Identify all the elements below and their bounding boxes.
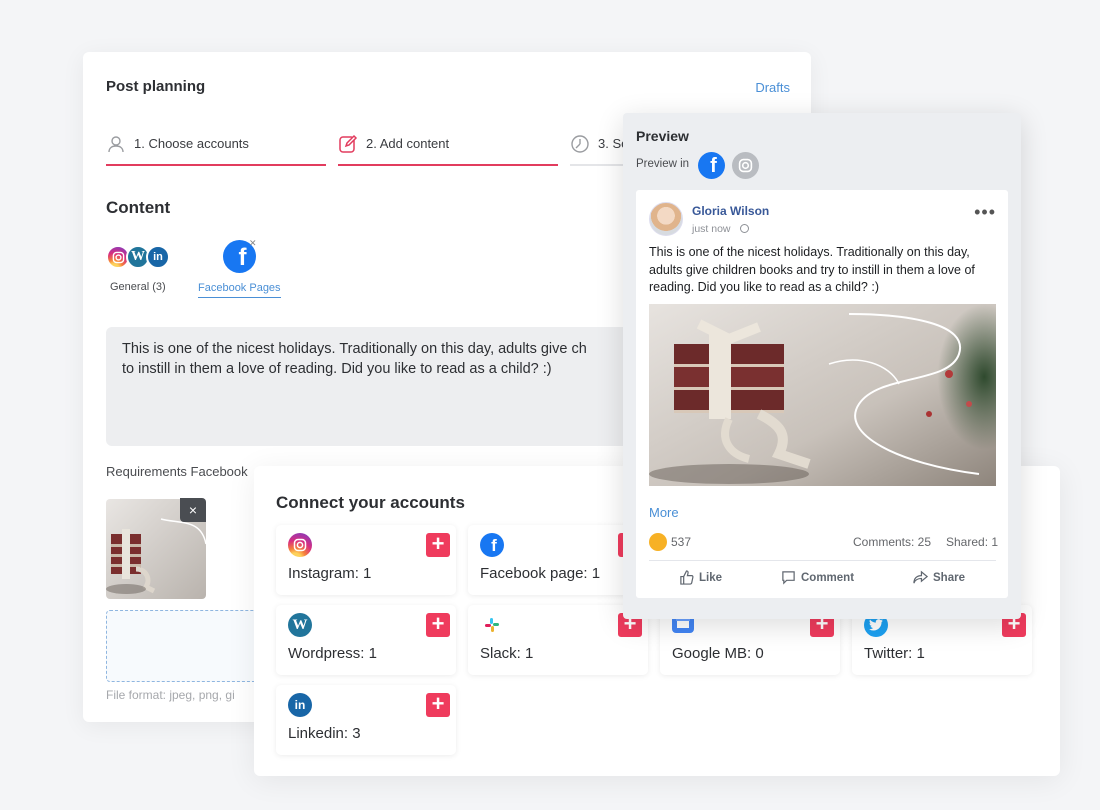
linkedin-icon: in [146,245,170,269]
slack-icon [480,613,504,637]
general-group-label: General (3) [110,281,166,293]
account-tile-label: Linkedin: 3 [288,725,361,742]
step-choose-accounts[interactable]: 1. Choose accounts [106,134,326,166]
comments-count: Comments: 25 [853,535,932,549]
user-icon [108,136,124,153]
facebook-post-preview: Gloria Wilson just now ••• This is one o… [636,190,1008,598]
file-dropzone[interactable] [106,610,266,682]
instagram-icon [288,533,312,557]
comment-icon [782,571,795,585]
account-tile-label: Instagram: 1 [288,565,372,582]
post-time: just now [692,223,731,235]
thumbs-up-icon [680,570,694,585]
facebook-icon[interactable]: f [698,152,725,179]
facebook-icon: f [480,533,504,557]
account-tile-label: Facebook page: 1 [480,565,601,582]
preview-panel: Preview Preview in f Gloria Wilson just … [623,113,1021,619]
preview-heading: Preview [636,128,689,144]
facebook-pages-tab[interactable]: Facebook Pages [198,282,281,298]
clock-icon [571,135,589,153]
page-title: Post planning [106,78,206,95]
step-label: 2. Add content [366,136,450,151]
like-label: Like [699,571,723,584]
like-button[interactable]: Like [679,570,722,585]
step-add-content[interactable]: 2. Add content [338,134,558,166]
post-image [649,304,996,486]
account-tile-slack[interactable]: Slack: 1 + [468,605,648,675]
connect-heading: Connect your accounts [276,493,465,512]
post-author[interactable]: Gloria Wilson [692,204,769,218]
comment-button[interactable]: Comment [781,570,854,585]
globe-icon [740,224,749,233]
add-account-button[interactable]: + [426,613,450,637]
avatar [649,202,683,236]
step-schedule[interactable]: 3. Se [570,134,630,166]
gift-books-image [649,304,996,486]
share-label: Share [933,571,965,584]
shared-count: Shared: 1 [946,535,999,549]
add-account-button[interactable]: + [426,533,450,557]
remove-image-button[interactable]: × [180,498,206,522]
add-account-button[interactable]: + [426,693,450,717]
preview-in-label: Preview in [636,158,690,170]
close-icon[interactable]: ✕ [249,238,257,249]
edit-icon [339,134,358,153]
drafts-link[interactable]: Drafts [755,80,790,95]
account-tile-linkedin[interactable]: in Linkedin: 3 + [276,685,456,755]
comment-label: Comment [801,571,855,584]
account-tile-label: Google MB: 0 [672,645,764,662]
divider [649,560,996,561]
account-tile-label: Twitter: 1 [864,645,925,662]
instagram-icon[interactable] [732,152,759,179]
account-tile-facebook[interactable]: f Facebook page: 1 + [468,525,648,595]
step-label: 1. Choose accounts [134,136,249,151]
file-format-hint: File format: jpeg, png, gi [106,688,235,702]
post-text: This is one of the nicest holidays. Trad… [649,245,975,294]
account-tile-label: Wordpress: 1 [288,645,377,662]
reactions-count: 537 [671,535,692,549]
share-icon [913,570,928,584]
more-options-icon[interactable]: ••• [974,203,996,221]
wordpress-icon: W [288,613,312,637]
post-text-input[interactable]: This is one of the nicest holidays. Trad… [106,327,706,446]
share-button[interactable]: Share [913,570,965,585]
requirements-label: Requirements Facebook [106,464,248,479]
account-tile-label: Slack: 1 [480,645,534,662]
linkedin-icon: in [288,693,312,717]
account-tile-instagram[interactable]: Instagram: 1 + [276,525,456,595]
content-heading: Content [106,198,171,217]
more-link[interactable]: More [649,505,679,520]
reaction-icon [649,533,667,551]
account-tile-wordpress[interactable]: W Wordpress: 1 + [276,605,456,675]
